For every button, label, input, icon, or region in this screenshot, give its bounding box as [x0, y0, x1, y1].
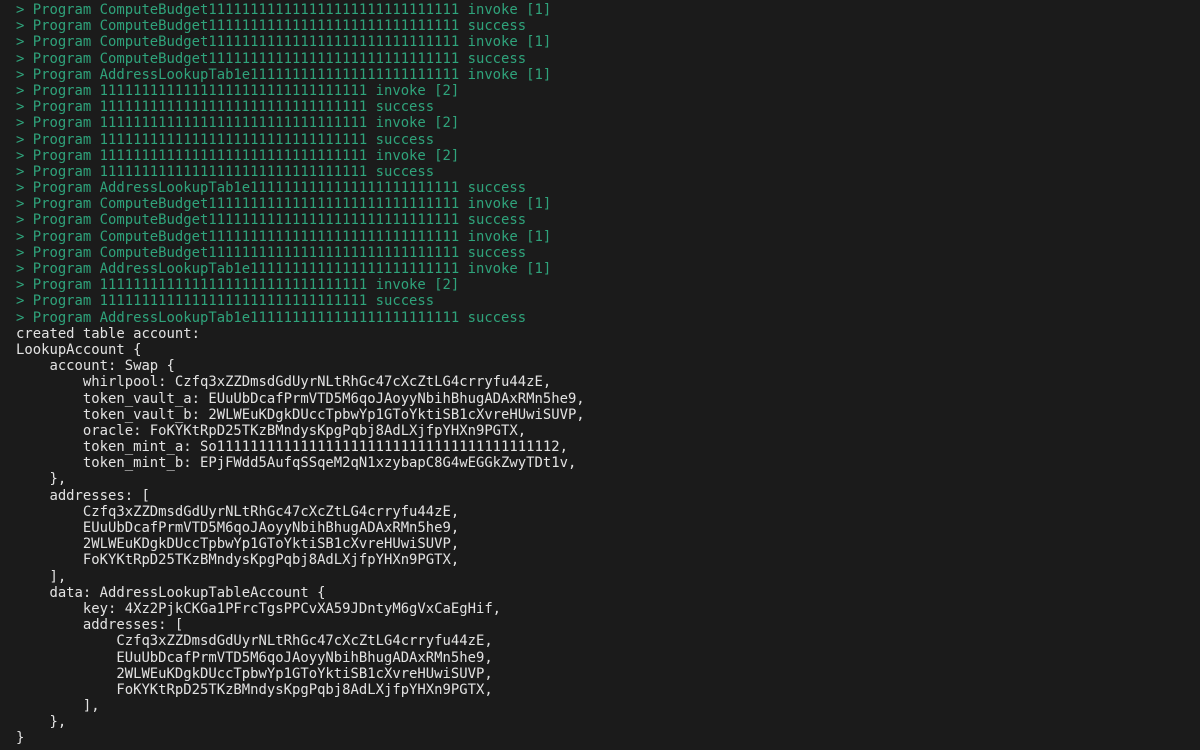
log-line: > Program 111111111111111111111111111111… [16, 147, 460, 164]
log-line: > Program ComputeBudget11111111111111111… [16, 244, 527, 261]
output-line: token_vault_a: EUuUbDcafPrmVTD5M6qoJAoyy… [16, 390, 585, 407]
log-line: > Program ComputeBudget11111111111111111… [16, 228, 552, 245]
output-line: EUuUbDcafPrmVTD5M6qoJAoyyNbihBhugADAxRMn… [16, 649, 493, 666]
output-line: account: Swap { [16, 358, 175, 375]
output-line: token_mint_a: So111111111111111111111111… [16, 439, 568, 456]
output-line: 2WLWEuKDgkDUccTpbwYp1GToYktiSB1cXvreHUwi… [16, 536, 460, 553]
log-line: > Program AddressLookupTab1e111111111111… [16, 180, 527, 197]
log-line: > Program AddressLookupTab1e111111111111… [16, 309, 527, 326]
output-line: }, [16, 714, 67, 731]
output-line: Czfq3xZZDmsdGdUyrNLtRhGc47cXcZtLG4crryfu… [16, 503, 460, 520]
output-line: key: 4Xz2PjkCKGa1PFrcTgsPPCvXA59JDntyM6g… [16, 600, 502, 617]
output-line: FoKYKtRpD25TKzBMndysKpgPqbj8AdLXjfpYHXn9… [16, 552, 460, 569]
terminal-output[interactable]: > Program ComputeBudget11111111111111111… [0, 0, 1200, 750]
output-line: }, [16, 471, 67, 488]
log-line: > Program AddressLookupTab1e111111111111… [16, 261, 552, 277]
log-line: > Program AddressLookupTab1e111111111111… [16, 66, 552, 83]
log-line: > Program ComputeBudget11111111111111111… [16, 212, 527, 229]
output-line: token_vault_b: 2WLWEuKDgkDUccTpbwYp1GToY… [16, 406, 585, 423]
log-line: > Program 111111111111111111111111111111… [16, 131, 435, 148]
output-line: addresses: [ [16, 617, 184, 634]
output-line: ], [16, 568, 67, 585]
output-line: LookupAccount { [16, 341, 142, 358]
output-line: whirlpool: Czfq3xZZDmsdGdUyrNLtRhGc47cXc… [16, 374, 552, 391]
output-line: oracle: FoKYKtRpD25TKzBMndysKpgPqbj8AdLX… [16, 422, 527, 439]
output-line: data: AddressLookupTableAccount { [16, 584, 326, 601]
log-line: > Program ComputeBudget11111111111111111… [16, 196, 552, 213]
output-line: } [16, 730, 25, 747]
output-line: token_mint_b: EPjFWdd5AufqSSqeM2qN1xzyba… [16, 455, 577, 472]
output-line: created table account: [16, 325, 200, 342]
output-line: ], [16, 698, 100, 715]
log-line: > Program ComputeBudget11111111111111111… [16, 50, 527, 67]
output-line: FoKYKtRpD25TKzBMndysKpgPqbj8AdLXjfpYHXn9… [16, 681, 493, 698]
output-line: addresses: [ [16, 487, 150, 504]
log-line: > Program 111111111111111111111111111111… [16, 82, 460, 99]
output-line: 2WLWEuKDgkDUccTpbwYp1GToYktiSB1cXvreHUwi… [16, 665, 493, 682]
log-line: > Program 111111111111111111111111111111… [16, 293, 435, 310]
log-line: > Program ComputeBudget11111111111111111… [16, 2, 552, 18]
log-line: > Program 111111111111111111111111111111… [16, 277, 460, 294]
log-line: > Program 111111111111111111111111111111… [16, 163, 435, 180]
log-line: > Program 111111111111111111111111111111… [16, 99, 435, 116]
output-line: EUuUbDcafPrmVTD5M6qoJAoyyNbihBhugADAxRMn… [16, 520, 460, 536]
log-line: > Program ComputeBudget11111111111111111… [16, 18, 527, 35]
log-line: > Program ComputeBudget11111111111111111… [16, 34, 552, 51]
log-line: > Program 111111111111111111111111111111… [16, 115, 460, 132]
output-line: Czfq3xZZDmsdGdUyrNLtRhGc47cXcZtLG4crryfu… [16, 633, 493, 650]
